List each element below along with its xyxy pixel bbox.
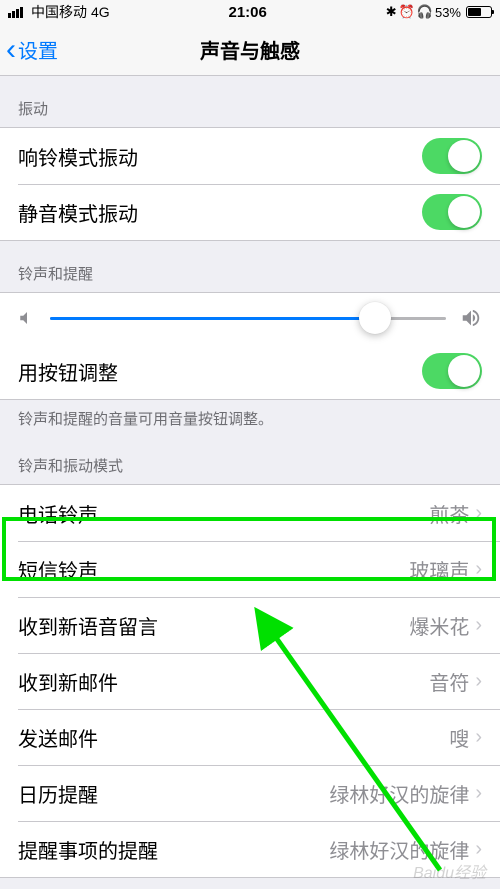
- row-calendar-alerts[interactable]: 日历提醒 绿林好汉的旋律 ›: [0, 765, 500, 821]
- section-header-ringer: 铃声和提醒: [0, 241, 500, 292]
- row-value: 爆米花: [409, 611, 469, 640]
- chevron-right-icon: ›: [475, 838, 482, 861]
- row-new-voicemail[interactable]: 收到新语音留言 爆米花 ›: [0, 597, 500, 653]
- row-label: 提醒事项的提醒: [18, 835, 329, 864]
- row-label: 用按钮调整: [18, 357, 422, 386]
- chevron-right-icon: ›: [475, 614, 482, 637]
- signal-bars-icon: [8, 7, 23, 18]
- row-value: 煎茶: [429, 499, 469, 528]
- chevron-right-icon: ›: [475, 502, 482, 525]
- headphones-icon: 🎧: [417, 4, 433, 20]
- row-value: 绿林好汉的旋律: [329, 779, 469, 808]
- chevron-right-icon: ›: [475, 558, 482, 581]
- row-label: 静音模式振动: [18, 198, 422, 227]
- row-new-mail[interactable]: 收到新邮件 音符 ›: [0, 653, 500, 709]
- row-value: 绿林好汉的旋律: [329, 835, 469, 864]
- network-label: 4G: [91, 4, 110, 20]
- carrier-label: 中国移动: [31, 2, 87, 22]
- row-value: 嗖: [449, 723, 469, 752]
- chevron-right-icon: ›: [475, 782, 482, 805]
- row-sent-mail[interactable]: 发送邮件 嗖 ›: [0, 709, 500, 765]
- volume-low-icon: [18, 309, 36, 327]
- status-time: 21:06: [110, 4, 386, 21]
- row-label: 收到新邮件: [18, 667, 429, 696]
- row-label: 短信铃声: [18, 555, 409, 584]
- back-button[interactable]: ‹ 设置: [0, 35, 58, 65]
- row-reminder-alerts[interactable]: 提醒事项的提醒 绿林好汉的旋律 ›: [0, 821, 500, 877]
- row-vibrate-on-silent: 静音模式振动: [0, 184, 500, 240]
- alarm-icon: ⏰: [399, 4, 415, 20]
- page-title: 声音与触感: [200, 35, 300, 64]
- row-label: 响铃模式振动: [18, 142, 422, 171]
- toggle-vibrate-on-ring[interactable]: [422, 138, 482, 174]
- do-not-disturb-icon: ✱: [386, 4, 397, 20]
- section-footer-ringer: 铃声和提醒的音量可用音量按钮调整。: [0, 400, 500, 433]
- slider-thumb[interactable]: [359, 302, 391, 334]
- chevron-left-icon: ‹: [6, 35, 16, 65]
- row-text-tone[interactable]: 短信铃声 玻璃声 ›: [0, 541, 500, 597]
- chevron-right-icon: ›: [475, 726, 482, 749]
- row-change-with-buttons: 用按钮调整: [0, 343, 500, 399]
- toggle-change-with-buttons[interactable]: [422, 353, 482, 389]
- row-label: 收到新语音留言: [18, 611, 409, 640]
- status-bar: 中国移动 4G 21:06 ✱ ⏰ 🎧 53%: [0, 0, 500, 24]
- back-label: 设置: [18, 35, 58, 64]
- battery-percent: 53%: [435, 5, 461, 20]
- volume-high-icon: [460, 307, 482, 329]
- row-value: 玻璃声: [409, 555, 469, 584]
- settings-scroll[interactable]: 振动 响铃模式振动 静音模式振动 铃声和提醒 用按钮调整 铃声和提醒的音量可用音…: [0, 76, 500, 889]
- battery-icon: [466, 6, 492, 18]
- row-label: 发送邮件: [18, 723, 449, 752]
- row-ringtone[interactable]: 电话铃声 煎茶 ›: [0, 485, 500, 541]
- section-header-patterns: 铃声和振动模式: [0, 433, 500, 484]
- row-label: 电话铃声: [18, 499, 429, 528]
- nav-bar: ‹ 设置 声音与触感: [0, 24, 500, 76]
- row-vibrate-on-ring: 响铃模式振动: [0, 128, 500, 184]
- row-value: 音符: [429, 667, 469, 696]
- row-volume-slider: [0, 293, 500, 343]
- section-header-vibrate: 振动: [0, 76, 500, 127]
- row-label: 日历提醒: [18, 779, 329, 808]
- toggle-vibrate-on-silent[interactable]: [422, 194, 482, 230]
- chevron-right-icon: ›: [475, 670, 482, 693]
- volume-slider[interactable]: [50, 317, 446, 320]
